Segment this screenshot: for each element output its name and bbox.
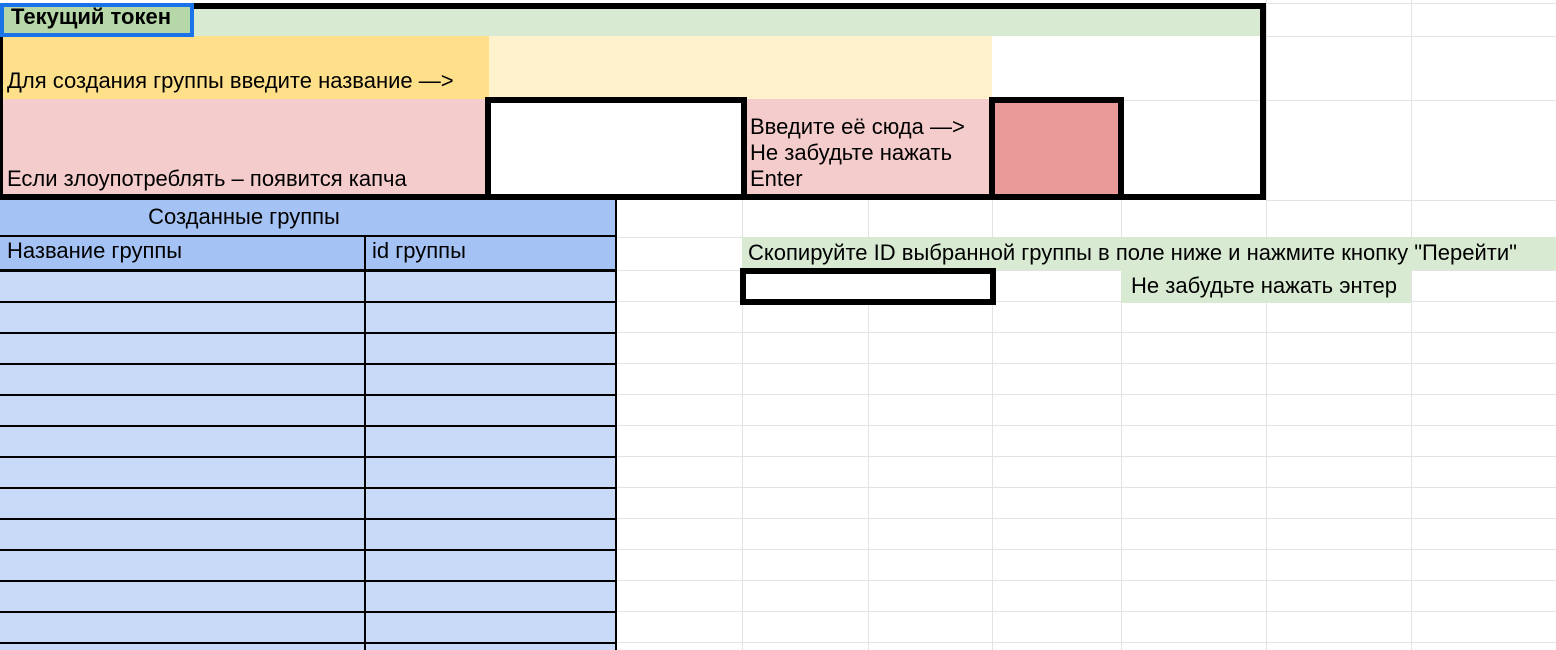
- press-enter-reminder-cell: Не забудьте нажать энтер: [1121, 270, 1411, 303]
- captcha-hint-line3: Enter: [750, 166, 803, 191]
- create-group-hint-cell: Для создания группы введите название —>: [0, 36, 489, 99]
- gridlines-rows: [617, 271, 1556, 650]
- cell-group-name[interactable]: [0, 427, 364, 458]
- table-row: [0, 613, 617, 644]
- captcha-status-cell: [989, 97, 1124, 200]
- captcha-hint-cell: Введите её сюда —> Не забудьте нажать En…: [742, 99, 992, 197]
- cell-group-id[interactable]: [364, 520, 617, 551]
- cell-group-id[interactable]: [364, 582, 617, 613]
- groups-table-rows: [0, 272, 617, 650]
- table-row: [0, 396, 617, 427]
- cell-group-name[interactable]: [0, 272, 364, 303]
- captcha-hint-line2: Не забудьте нажать: [750, 140, 953, 165]
- column-header-group-id-label: id группы: [372, 238, 466, 263]
- cell-group-name[interactable]: [0, 489, 364, 520]
- groups-table-title: Созданные группы: [148, 204, 340, 229]
- cell-group-id[interactable]: [364, 458, 617, 489]
- table-row: [0, 303, 617, 334]
- cell-group-id[interactable]: [364, 427, 617, 458]
- captcha-input-box[interactable]: [485, 97, 747, 200]
- cell-group-name[interactable]: [0, 396, 364, 427]
- press-enter-reminder-label: Не забудьте нажать энтер: [1131, 273, 1397, 298]
- table-row: [0, 520, 617, 551]
- captcha-warning-cell: Если злоупотреблять – появится капча: [0, 99, 489, 197]
- groups-table-title-row: Созданные группы: [0, 200, 617, 237]
- table-row: [0, 458, 617, 489]
- spreadsheet-canvas: Для создания группы введите название —> …: [0, 0, 1556, 650]
- group-id-input-box[interactable]: [740, 268, 996, 305]
- groups-table-header-row: Название группы id группы: [0, 237, 617, 272]
- current-token-label: Текущий токен: [11, 4, 172, 29]
- copy-id-instruction-cell: Скопируйте ID выбранной группы в поле ни…: [742, 237, 1556, 270]
- create-group-hint-label: Для создания группы введите название —>: [7, 68, 454, 93]
- cell-group-name[interactable]: [0, 458, 364, 489]
- cell-group-name[interactable]: [0, 303, 364, 334]
- cell-group-name[interactable]: [0, 613, 364, 644]
- captcha-warning-label: Если злоупотреблять – появится капча: [7, 166, 407, 191]
- table-row: [0, 365, 617, 396]
- cell-group-id[interactable]: [364, 334, 617, 365]
- group-name-input-cell[interactable]: [489, 36, 992, 99]
- copy-id-instruction-label: Скопируйте ID выбранной группы в поле ни…: [748, 240, 1517, 265]
- column-header-group-name: Название группы: [0, 237, 364, 269]
- cell-group-id[interactable]: [364, 396, 617, 427]
- table-row: [0, 272, 617, 303]
- cell-group-name[interactable]: [0, 365, 364, 396]
- cell-group-id[interactable]: [364, 489, 617, 520]
- cell-group-id[interactable]: [364, 272, 617, 303]
- column-header-group-id: id группы: [364, 237, 617, 269]
- column-header-group-name-label: Название группы: [7, 238, 183, 263]
- cell-group-name[interactable]: [0, 334, 364, 365]
- cell-group-id[interactable]: [364, 613, 617, 644]
- table-row: [0, 427, 617, 458]
- selected-cell-current-token[interactable]: Текущий токен: [0, 3, 194, 37]
- cell-group-id[interactable]: [364, 365, 617, 396]
- table-row: [0, 582, 617, 613]
- table-row: [0, 551, 617, 582]
- cell-group-name[interactable]: [0, 551, 364, 582]
- cell-group-id[interactable]: [364, 303, 617, 334]
- table-row: [0, 489, 617, 520]
- captcha-hint-line1: Введите её сюда —>: [750, 114, 965, 139]
- cell-group-name[interactable]: [0, 520, 364, 551]
- table-row: [0, 334, 617, 365]
- cell-group-id[interactable]: [364, 551, 617, 582]
- cell-group-name[interactable]: [0, 582, 364, 613]
